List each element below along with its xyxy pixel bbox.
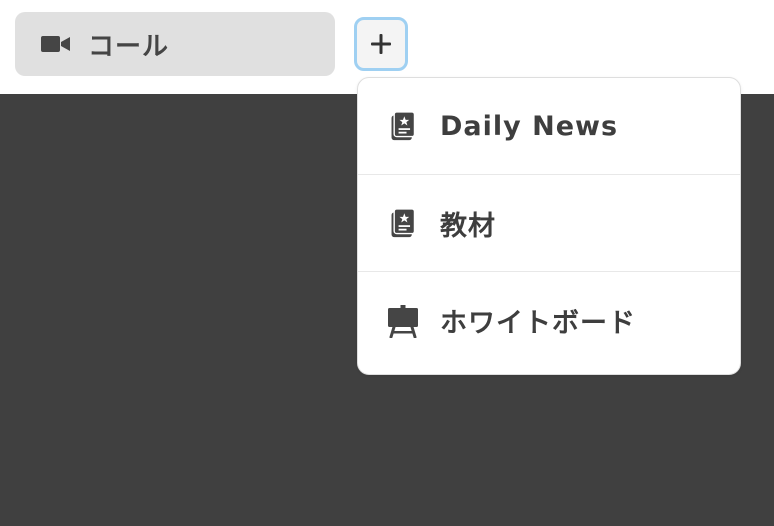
add-content-menu: Daily News 教材 ホワイトボード <box>357 77 741 375</box>
call-tab[interactable]: コール <box>15 12 335 76</box>
menu-item-materials[interactable]: 教材 <box>358 175 740 272</box>
menu-item-whiteboard[interactable]: ホワイトボード <box>358 272 740 369</box>
menu-item-label: 教材 <box>440 210 496 242</box>
call-tab-label: コール <box>88 31 170 62</box>
book-star-icon <box>386 206 420 240</box>
menu-item-daily-news[interactable]: Daily News <box>358 78 740 175</box>
plus-icon <box>370 33 392 55</box>
video-camera-icon <box>41 34 71 54</box>
menu-item-label: ホワイトボード <box>440 308 636 339</box>
menu-item-label: Daily News <box>440 110 619 142</box>
easel-whiteboard-icon <box>386 304 420 338</box>
add-tab-button[interactable] <box>354 17 408 71</box>
book-star-icon <box>386 109 420 143</box>
